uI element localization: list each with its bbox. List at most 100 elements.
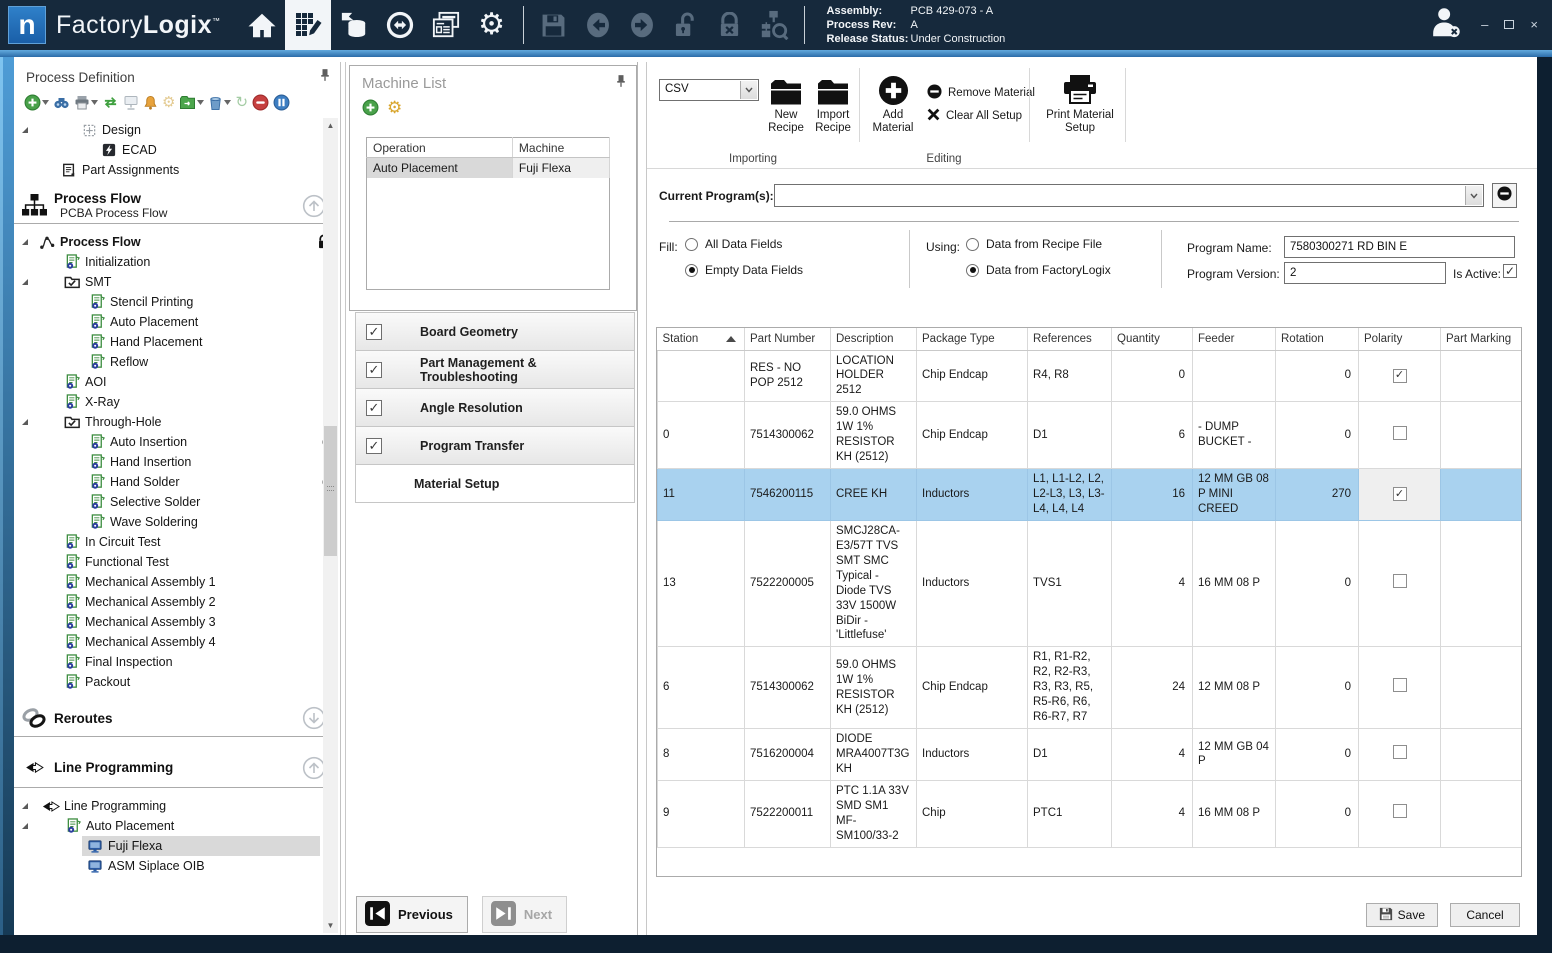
- cell-feeder[interactable]: [1193, 350, 1276, 402]
- cell-rotation[interactable]: 0: [1276, 780, 1359, 847]
- cell-part-marking[interactable]: [1441, 469, 1523, 521]
- cell-references[interactable]: R4, R8: [1028, 350, 1112, 402]
- tree-item-mechanical-assembly-2[interactable]: Mechanical Assembly 2: [14, 592, 320, 612]
- nav-documents-icon[interactable]: [423, 0, 469, 50]
- cell-part-marking[interactable]: [1441, 350, 1523, 402]
- col-header-part-number[interactable]: Part Number: [745, 328, 831, 350]
- material-row[interactable]: 6751430006259.0 OHMS 1W 1% RESISTOR KH (…: [658, 647, 1523, 729]
- step-checkbox[interactable]: ✓: [366, 400, 382, 416]
- print-material-setup-button[interactable]: Print Material Setup: [1039, 70, 1121, 135]
- current-programs-select[interactable]: [774, 184, 1484, 207]
- cell-part-number[interactable]: 7516200004: [745, 729, 831, 781]
- polarity-checkbox[interactable]: ✓: [1393, 487, 1407, 501]
- cell-rotation[interactable]: 0: [1276, 350, 1359, 402]
- tree-scrollbar[interactable]: ▲ ▼: [323, 118, 338, 933]
- tree-item-hand-insertion[interactable]: Hand Insertion: [14, 452, 320, 472]
- tree-item-hand-solder[interactable]: Hand Solder: [14, 472, 320, 492]
- col-header-part-marking[interactable]: Part Marking: [1441, 328, 1523, 350]
- add-material-button[interactable]: Add Material: [867, 70, 919, 135]
- cell-feeder[interactable]: 16 MM 08 P: [1193, 520, 1276, 647]
- polarity-checkbox[interactable]: [1393, 574, 1407, 588]
- export-icon[interactable]: [179, 95, 204, 110]
- gear-pale-icon[interactable]: ⚙: [162, 95, 175, 110]
- machine-row[interactable]: Auto PlacementFuji Flexa: [367, 158, 610, 178]
- tree-item-mechanical-assembly-1[interactable]: Mechanical Assembly 1: [14, 572, 320, 592]
- chevron-down-icon[interactable]: [1465, 186, 1482, 205]
- material-row[interactable]: 87516200004DIODE MRA4007T3G KHInductorsD…: [658, 729, 1523, 781]
- cell-package-type[interactable]: Chip Endcap: [917, 350, 1028, 402]
- polarity-checkbox[interactable]: [1393, 426, 1407, 440]
- cell-references[interactable]: L1, L1-L2, L2, L2-L3, L3, L3-L4, L4, L4: [1028, 469, 1112, 521]
- cell-quantity[interactable]: 24: [1112, 647, 1193, 729]
- cell-package-type[interactable]: Inductors: [917, 469, 1028, 521]
- cell-rotation[interactable]: 0: [1276, 520, 1359, 647]
- tree-item-asm-siplace-oib[interactable]: ASM Siplace OIB: [14, 856, 320, 876]
- cell-polarity[interactable]: [1359, 780, 1441, 847]
- tree-item-wave-soldering[interactable]: Wave Soldering: [14, 512, 320, 532]
- new-recipe-button[interactable]: New Recipe: [763, 70, 809, 135]
- cell-description[interactable]: DIODE MRA4007T3G KH: [831, 729, 917, 781]
- tool-audit-trail-icon[interactable]: [752, 0, 796, 50]
- cell-feeder[interactable]: 12 MM GB 04 P: [1193, 729, 1276, 781]
- tree-item-stencil-printing[interactable]: Stencil Printing: [14, 292, 320, 312]
- cell-part-number[interactable]: 7514300062: [745, 402, 831, 469]
- col-header-description[interactable]: Description: [831, 328, 917, 350]
- col-header-polarity[interactable]: Polarity: [1359, 328, 1441, 350]
- expander-icon[interactable]: [22, 279, 28, 285]
- cell-part-number[interactable]: 7546200115: [745, 469, 831, 521]
- cell-package-type[interactable]: Chip: [917, 780, 1028, 847]
- cell-quantity[interactable]: 4: [1112, 729, 1193, 781]
- cell-quantity[interactable]: 4: [1112, 520, 1193, 647]
- tree-item-line-programming[interactable]: Line Programming: [14, 796, 320, 816]
- cell-part-number[interactable]: 7522200011: [745, 780, 831, 847]
- user-logout-icon[interactable]: [1431, 6, 1461, 44]
- cell-quantity[interactable]: 6: [1112, 402, 1193, 469]
- tree-item-aoi[interactable]: AOI: [14, 372, 320, 392]
- nav-process-definition-icon[interactable]: [285, 0, 331, 50]
- scroll-down-icon[interactable]: ▼: [323, 918, 338, 933]
- material-row[interactable]: RES - NO POP 2512LOCATION HOLDER 2512Chi…: [658, 350, 1523, 402]
- nav-distribution-icon[interactable]: [377, 0, 423, 50]
- cell-description[interactable]: SMCJ28CA-E3/57T TVS SMT SMC Typical - Di…: [831, 520, 917, 647]
- cell-feeder[interactable]: 12 MM 08 P: [1193, 647, 1276, 729]
- tree-item-ecad[interactable]: ECAD: [14, 140, 320, 160]
- tool-forward-icon[interactable]: [620, 0, 664, 50]
- tree-item-fuji-flexa[interactable]: Fuji Flexa: [14, 836, 320, 856]
- cell-station[interactable]: 9: [658, 780, 745, 847]
- cell-package-type[interactable]: Inductors: [917, 520, 1028, 647]
- tree-item-selective-solder[interactable]: Selective Solder: [14, 492, 320, 512]
- gear-gold-icon[interactable]: ⚙: [387, 99, 402, 121]
- tool-save-icon[interactable]: [532, 0, 576, 50]
- tree-item-through-hole[interactable]: Through-Hole: [14, 412, 320, 432]
- cell-station[interactable]: 0: [658, 402, 745, 469]
- tree-item-x-ray[interactable]: X-Ray: [14, 392, 320, 412]
- expander-icon[interactable]: [22, 239, 28, 245]
- col-header-quantity[interactable]: Quantity: [1112, 328, 1193, 350]
- print-icon[interactable]: [74, 95, 98, 110]
- cell-quantity[interactable]: 0: [1112, 350, 1193, 402]
- tree-item-auto-placement[interactable]: Auto Placement: [14, 312, 320, 332]
- radio-icon[interactable]: [966, 264, 979, 277]
- chevron-down-icon[interactable]: [740, 81, 757, 99]
- cell-description[interactable]: CREE KH: [831, 469, 917, 521]
- cell-package-type[interactable]: Inductors: [917, 729, 1028, 781]
- scrollbar-thumb[interactable]: [324, 426, 337, 556]
- expander-icon[interactable]: [22, 803, 28, 809]
- machine-cell[interactable]: Auto Placement: [367, 158, 513, 178]
- cell-references[interactable]: TVS1: [1028, 520, 1112, 647]
- exchange-icon[interactable]: [102, 95, 119, 110]
- radio-icon[interactable]: [685, 238, 698, 251]
- tree-item-auto-placement[interactable]: Auto Placement: [14, 816, 320, 836]
- line-programming-section-header[interactable]: Line Programming: [14, 748, 332, 788]
- cell-part-marking[interactable]: [1441, 647, 1523, 729]
- step-checkbox[interactable]: ✓: [366, 362, 382, 378]
- save-button[interactable]: Save: [1366, 903, 1438, 927]
- remove-program-button[interactable]: [1492, 183, 1517, 208]
- cell-rotation[interactable]: 0: [1276, 729, 1359, 781]
- tree-item-hand-placement[interactable]: Hand Placement: [14, 332, 320, 352]
- polarity-checkbox[interactable]: [1393, 745, 1407, 759]
- nav-production-icon[interactable]: [331, 0, 377, 50]
- tree-item-initialization[interactable]: Initialization: [14, 252, 320, 272]
- cell-feeder[interactable]: 16 MM 08 P: [1193, 780, 1276, 847]
- reroutes-section-header[interactable]: Reroutes: [14, 700, 332, 737]
